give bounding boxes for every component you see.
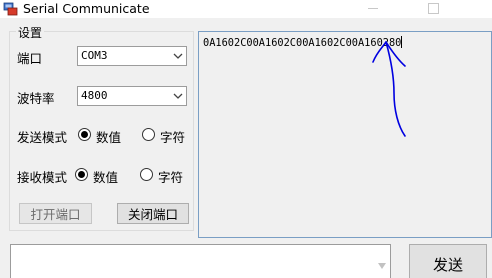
- send-mode-char-radio[interactable]: [142, 128, 155, 141]
- chevron-down-icon: [173, 53, 183, 59]
- receive-mode-char-label[interactable]: 字符: [158, 167, 183, 186]
- receive-mode-numeric-label[interactable]: 数值: [93, 167, 118, 186]
- send-mode-char-label[interactable]: 字符: [160, 127, 185, 146]
- close-button[interactable]: [458, 0, 492, 18]
- send-mode-label: 发送模式: [17, 130, 68, 145]
- send-input[interactable]: [10, 244, 391, 278]
- baud-label: 波特率: [17, 91, 55, 106]
- port-select[interactable]: COM3: [77, 46, 187, 66]
- app-icon: [3, 2, 18, 16]
- receive-mode-char-radio[interactable]: [140, 168, 153, 181]
- send-button[interactable]: 发送: [409, 244, 487, 278]
- receive-mode-label: 接收模式: [17, 170, 68, 185]
- port-value: COM3: [81, 49, 108, 62]
- send-mode-numeric-label[interactable]: 数值: [96, 127, 121, 146]
- open-port-button[interactable]: 打开端口: [19, 203, 92, 224]
- title-bar: Serial Communicate: [0, 0, 492, 18]
- settings-group-title: 设置: [16, 24, 45, 41]
- port-label: 端口: [17, 51, 43, 66]
- annotation-arrow: [372, 41, 406, 137]
- close-port-button[interactable]: 关闭端口: [117, 203, 189, 224]
- receive-textbox[interactable]: 0A1602C00A1602C00A1602C00A160280: [198, 31, 492, 238]
- baud-select[interactable]: 4800: [77, 86, 187, 106]
- send-mode-numeric-radio[interactable]: [78, 128, 91, 141]
- minimize-button[interactable]: [350, 0, 396, 18]
- maximize-button[interactable]: [408, 0, 454, 18]
- window-title: Serial Communicate: [23, 1, 150, 16]
- baud-value: 4800: [81, 89, 108, 102]
- scroll-down-icon[interactable]: [378, 263, 386, 270]
- chevron-down-icon: [173, 93, 183, 99]
- receive-mode-numeric-radio[interactable]: [75, 168, 88, 181]
